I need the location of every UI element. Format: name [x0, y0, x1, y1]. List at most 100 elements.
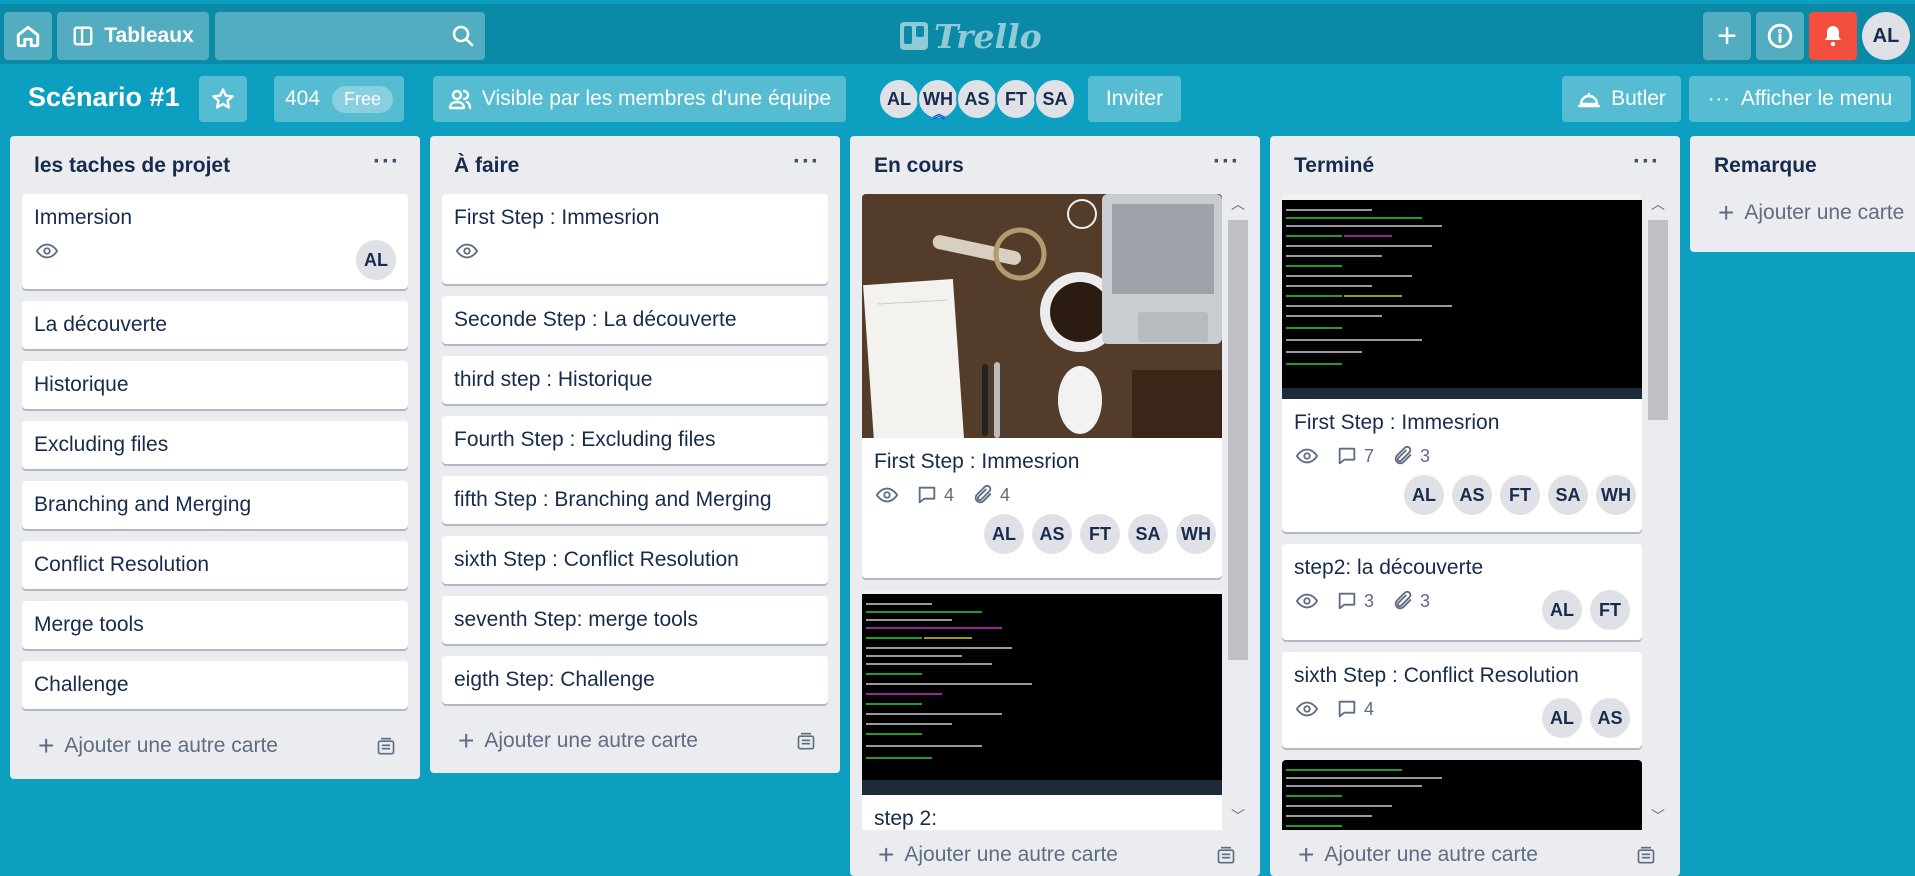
visibility-button[interactable]: Visible par les membres d'une équipe: [433, 76, 846, 122]
show-menu-button[interactable]: ··· Afficher le menu: [1689, 76, 1911, 122]
boards-button[interactable]: Tableaux: [57, 12, 209, 60]
add-card-button[interactable]: + Ajouter une autre carte: [1270, 830, 1680, 876]
card[interactable]: First Step : Immesrion 7 3 AL AS FT SA W…: [1282, 194, 1642, 532]
butler-button[interactable]: Butler: [1562, 76, 1681, 122]
card[interactable]: La découverte: [22, 301, 408, 349]
card-member-avatar[interactable]: AS: [1032, 514, 1072, 554]
search-input[interactable]: [215, 12, 445, 60]
card[interactable]: Historique: [22, 361, 408, 409]
card[interactable]: [1282, 760, 1642, 830]
card[interactable]: Excluding files: [22, 421, 408, 469]
home-button[interactable]: [4, 12, 52, 60]
card[interactable]: Seconde Step : La découverte: [442, 296, 828, 344]
card-badges: 4 4: [862, 484, 1222, 514]
card-title: Seconde Step : La découverte: [454, 308, 737, 331]
add-card-button[interactable]: + Ajouter une autre carte: [430, 716, 840, 766]
card-title: sixth Step : Conflict Resolution: [454, 548, 739, 571]
card-member-avatar[interactable]: FT: [1500, 475, 1540, 515]
card[interactable]: First Step : Immesrion 4 4 AL AS FT SA W…: [862, 194, 1222, 578]
list-title[interactable]: les taches de projet: [34, 154, 230, 177]
card-member-avatar[interactable]: AL: [1542, 590, 1582, 630]
list-header[interactable]: À faire ···: [430, 136, 840, 194]
member-avatar[interactable]: WH ︽: [917, 78, 959, 121]
card-member-avatar[interactable]: AL: [984, 514, 1024, 554]
info-button[interactable]: [1756, 12, 1804, 60]
add-card-button[interactable]: + Ajouter une autre carte: [850, 830, 1260, 876]
card-member-avatar[interactable]: FT: [1590, 590, 1630, 630]
card-member-avatar[interactable]: SA: [1548, 475, 1588, 515]
list-header[interactable]: Terminé ···: [1270, 136, 1680, 194]
card-member-avatar[interactable]: WH: [1596, 475, 1636, 515]
card[interactable]: seventh Step: merge tools: [442, 596, 828, 644]
add-card-button[interactable]: + Ajouter une carte: [1690, 188, 1915, 238]
card[interactable]: third step : Historique: [442, 356, 828, 404]
paperclip-icon: [974, 484, 992, 504]
list-menu-icon[interactable]: ···: [1213, 148, 1240, 176]
card[interactable]: sixth Step : Conflict Resolution 4 AL AS: [1282, 652, 1642, 748]
watching-badge: [1296, 445, 1318, 467]
member-avatar[interactable]: FT: [995, 78, 1037, 120]
list-header[interactable]: En cours ···: [850, 136, 1260, 194]
list-title[interactable]: Remarque: [1714, 154, 1817, 177]
card-member-avatar[interactable]: WH: [1176, 514, 1216, 554]
desk-photo-cover: [862, 194, 1222, 438]
board-title[interactable]: Scénario #1: [28, 82, 180, 113]
notifications-button[interactable]: [1809, 12, 1857, 60]
card-member-avatar[interactable]: FT: [1080, 514, 1120, 554]
list-menu-icon[interactable]: ···: [793, 148, 820, 176]
list-menu-icon[interactable]: ···: [1633, 148, 1660, 176]
list-menu-icon[interactable]: ···: [373, 148, 400, 176]
scroll-thumb[interactable]: [1648, 220, 1668, 420]
search-box[interactable]: [215, 12, 485, 60]
member-avatar[interactable]: AS: [956, 78, 998, 120]
scroll-thumb[interactable]: [1228, 220, 1248, 660]
list-title[interactable]: En cours: [874, 154, 964, 177]
card-template-icon[interactable]: [796, 732, 816, 758]
card[interactable]: eigth Step: Challenge: [442, 656, 828, 704]
list-scrollbar[interactable]: ︿ ﹀: [1646, 194, 1670, 830]
card[interactable]: Branching and Merging: [22, 481, 408, 529]
star-board-button[interactable]: [199, 76, 247, 122]
list-header[interactable]: les taches de projet ···: [10, 136, 420, 194]
card-list: Immersion AL La découverte Historique Ex…: [10, 194, 420, 709]
card-member-avatar[interactable]: SA: [1128, 514, 1168, 554]
scroll-up-icon[interactable]: ︿: [1650, 196, 1666, 212]
card[interactable]: fifth Step : Branching and Merging: [442, 476, 828, 524]
invite-button[interactable]: Inviter: [1088, 76, 1181, 122]
create-button[interactable]: +: [1703, 12, 1751, 60]
card-template-icon[interactable]: [376, 737, 396, 763]
card[interactable]: Immersion AL: [22, 194, 408, 289]
scroll-up-icon[interactable]: ︿: [1230, 196, 1246, 212]
user-avatar[interactable]: AL: [1862, 12, 1910, 60]
list-title[interactable]: Terminé: [1294, 154, 1374, 177]
card-template-icon[interactable]: [1636, 846, 1656, 872]
scroll-down-icon[interactable]: ﹀: [1650, 808, 1666, 824]
list-header[interactable]: Remarque: [1690, 136, 1915, 194]
card-member-avatar[interactable]: AL: [1542, 698, 1582, 738]
card[interactable]: sixth Step : Conflict Resolution: [442, 536, 828, 584]
list-title[interactable]: À faire: [454, 154, 519, 177]
comments-badge: 4: [1336, 698, 1374, 720]
member-avatar[interactable]: SA: [1034, 78, 1076, 120]
team-button[interactable]: 404 Free: [274, 76, 404, 122]
card[interactable]: First Step : Immesrion: [442, 194, 828, 284]
card[interactable]: Conflict Resolution: [22, 541, 408, 589]
scroll-down-icon[interactable]: ﹀: [1230, 808, 1246, 824]
plan-badge: Free: [332, 85, 394, 113]
list-scrollbar[interactable]: ︿ ﹀: [1226, 194, 1250, 830]
member-avatar[interactable]: AL: [878, 78, 920, 120]
card[interactable]: Merge tools: [22, 601, 408, 649]
card[interactable]: Fourth Step : Excluding files: [442, 416, 828, 464]
card-member-avatar[interactable]: AS: [1590, 698, 1630, 738]
card-member-avatar[interactable]: AS: [1452, 475, 1492, 515]
trello-logo[interactable]: Trello: [900, 16, 1042, 56]
card-member-avatar[interactable]: AL: [356, 240, 396, 280]
card[interactable]: step2: la découverte 3 3 AL FT: [1282, 544, 1642, 640]
card[interactable]: step 2:: [862, 590, 1222, 830]
card-template-icon[interactable]: [1216, 846, 1236, 872]
search-icon[interactable]: [451, 24, 475, 48]
bell-icon: [1825, 26, 1841, 47]
add-card-button[interactable]: + Ajouter une autre carte: [10, 721, 420, 771]
card-member-avatar[interactable]: AL: [1404, 475, 1444, 515]
card[interactable]: Challenge: [22, 661, 408, 709]
